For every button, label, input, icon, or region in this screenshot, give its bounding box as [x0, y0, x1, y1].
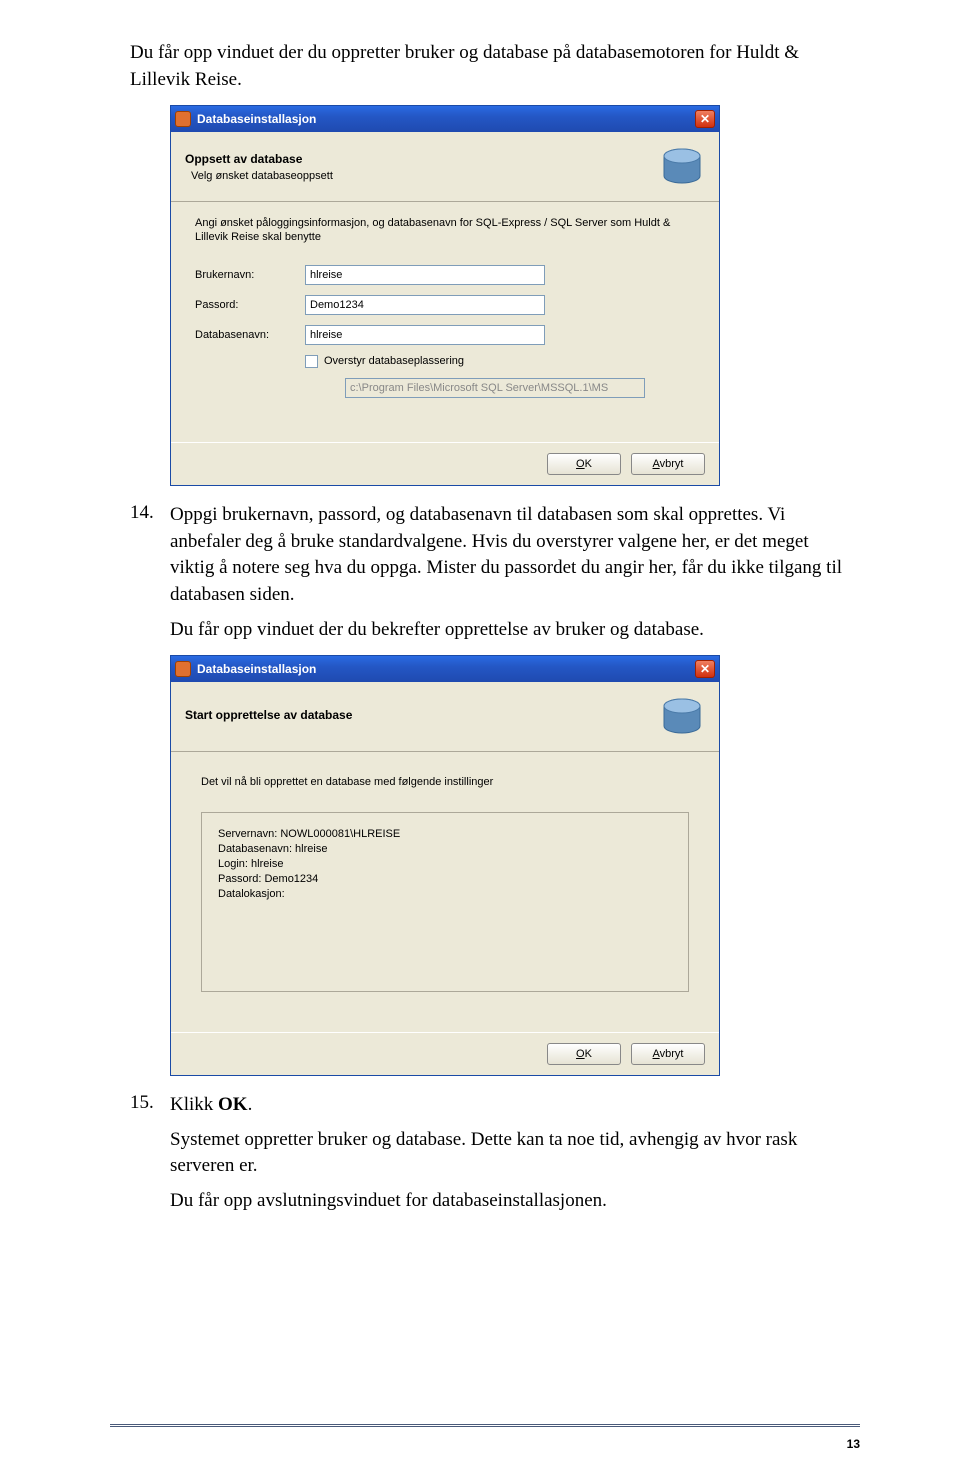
- override-label: Overstyr databaseplassering: [324, 355, 464, 367]
- ok-label-tail: K: [585, 458, 592, 470]
- dialog1: Databaseinstallasjon ✕ Oppsett av databa…: [170, 105, 720, 486]
- step-number: 14.: [130, 502, 158, 643]
- header-subtitle: Velg ønsket databaseoppsett: [185, 170, 649, 182]
- close-icon: ✕: [700, 663, 710, 675]
- password-input[interactable]: [305, 295, 545, 315]
- settings-box: Servernavn: NOWL000081\HLREISE Databasen…: [201, 812, 689, 992]
- settings-line-location: Datalokasjon:: [218, 887, 672, 902]
- override-row: Overstyr databaseplassering: [305, 355, 695, 368]
- page-number: 13: [847, 1437, 860, 1451]
- dialog-body: Angi ønsket påloggingsinformasjon, og da…: [171, 202, 719, 442]
- window-title: Databaseinstallasjon: [197, 112, 689, 126]
- window-title: Databaseinstallasjon: [197, 662, 689, 676]
- settings-line-dbname: Databasenavn: hlreise: [218, 842, 672, 857]
- dialog-body: Det vil nå bli opprettet en database med…: [171, 752, 719, 1032]
- step15-text-b: Systemet oppretter bruker og database. D…: [170, 1127, 850, 1180]
- ok-button[interactable]: OK: [547, 453, 621, 475]
- username-label: Brukernavn:: [195, 269, 305, 281]
- app-icon: [175, 111, 191, 127]
- close-button[interactable]: ✕: [695, 660, 715, 678]
- titlebar: Databaseinstallasjon ✕: [171, 656, 719, 682]
- settings-line-login: Login: hlreise: [218, 857, 672, 872]
- row-path: [345, 378, 695, 398]
- row-dbname: Databasenavn:: [195, 325, 695, 345]
- dialog-header: Start opprettelse av database: [171, 682, 719, 752]
- info-text: Angi ønsket påloggingsinformasjon, og da…: [195, 216, 695, 245]
- cancel-button[interactable]: Avbryt: [631, 453, 705, 475]
- settings-line-server: Servernavn: NOWL000081\HLREISE: [218, 827, 672, 842]
- settings-line-password: Passord: Demo1234: [218, 872, 672, 887]
- step-number: 15.: [130, 1092, 158, 1214]
- password-label: Passord:: [195, 299, 305, 311]
- dbname-label: Databasenavn:: [195, 329, 305, 341]
- ok-button[interactable]: OK: [547, 1043, 621, 1065]
- close-button[interactable]: ✕: [695, 110, 715, 128]
- database-icon: [659, 694, 705, 740]
- step14-text-b: Du får opp vinduet der du bekrefter oppr…: [170, 617, 850, 644]
- dialog-footer: OK Avbryt: [171, 1032, 719, 1075]
- intro-paragraph: Du får opp vinduet der du oppretter bruk…: [130, 40, 850, 93]
- step-14: 14. Oppgi brukernavn, passord, og databa…: [130, 502, 850, 643]
- dialog-header: Oppsett av database Velg ønsket database…: [171, 132, 719, 202]
- header-title: Start opprettelse av database: [185, 708, 649, 722]
- row-username: Brukernavn:: [195, 265, 695, 285]
- path-input: [345, 378, 645, 398]
- confirm-text: Det vil nå bli opprettet en database med…: [201, 776, 689, 788]
- header-title: Oppsett av database: [185, 152, 649, 166]
- step15-text-a: Klikk OK.: [170, 1092, 850, 1119]
- dbname-input[interactable]: [305, 325, 545, 345]
- footer-rule: [110, 1424, 860, 1427]
- app-icon: [175, 661, 191, 677]
- dialog1-screenshot: Databaseinstallasjon ✕ Oppsett av databa…: [170, 105, 850, 486]
- override-checkbox[interactable]: [305, 355, 318, 368]
- cancel-button[interactable]: Avbryt: [631, 1043, 705, 1065]
- close-icon: ✕: [700, 113, 710, 125]
- database-icon: [659, 144, 705, 190]
- dialog2-screenshot: Databaseinstallasjon ✕ Start opprettelse…: [170, 655, 850, 1076]
- step15-text-c: Du får opp avslutningsvinduet for databa…: [170, 1188, 850, 1215]
- step-15: 15. Klikk OK. Systemet oppretter bruker …: [130, 1092, 850, 1214]
- username-input[interactable]: [305, 265, 545, 285]
- document-page: Du får opp vinduet der du oppretter bruk…: [0, 0, 960, 1265]
- cancel-label-tail: vbryt: [660, 458, 684, 470]
- titlebar: Databaseinstallasjon ✕: [171, 106, 719, 132]
- dialog2: Databaseinstallasjon ✕ Start opprettelse…: [170, 655, 720, 1076]
- row-password: Passord:: [195, 295, 695, 315]
- step14-text-a: Oppgi brukernavn, passord, og databasena…: [170, 502, 850, 608]
- dialog-footer: OK Avbryt: [171, 442, 719, 485]
